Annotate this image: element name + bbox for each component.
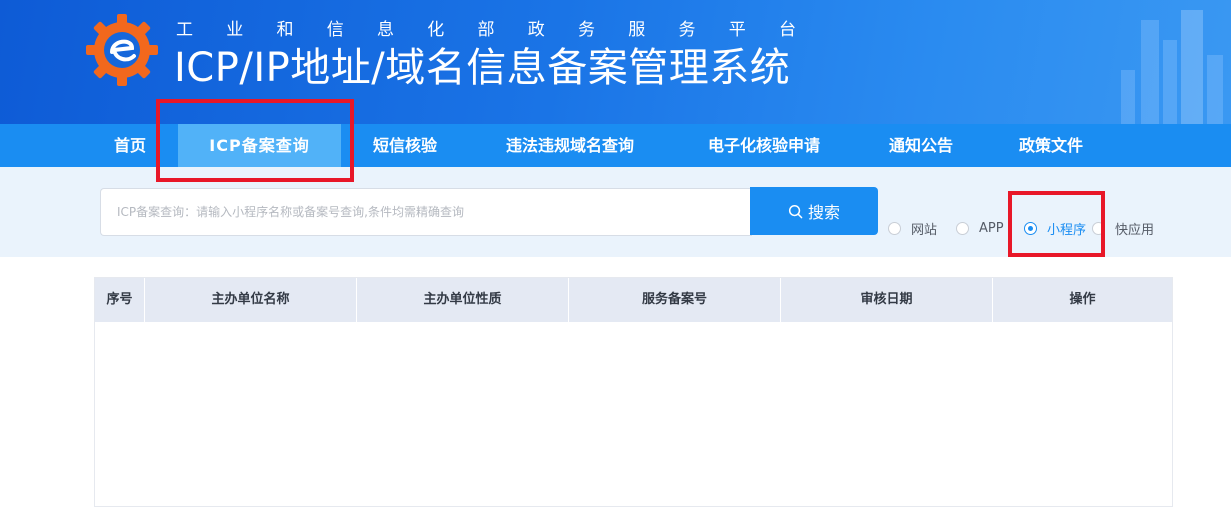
radio-label: 快应用 — [1115, 222, 1155, 238]
search-icon — [788, 204, 803, 218]
miit-gear-logo-icon — [86, 14, 158, 86]
table-header-row: 序号 主办单位名称 主办单位性质 服务备案号 审核日期 操作 — [95, 278, 1172, 322]
system-title: ICP/IP地址/域名信息备案管理系统 — [174, 45, 791, 91]
column-header-index: 序号 — [95, 278, 145, 322]
highlight-box-icp-tab — [156, 99, 354, 182]
column-header-license-number: 服务备案号 — [569, 278, 781, 322]
subtitle-char: 信 — [326, 20, 344, 40]
results-table: 序号 主办单位名称 主办单位性质 服务备案号 审核日期 操作 — [94, 277, 1173, 507]
column-header-unit-nature: 主办单位性质 — [357, 278, 569, 322]
subtitle-char: 务 — [578, 20, 595, 40]
nav-policy-docs[interactable]: 政策文件 — [1011, 124, 1091, 167]
ministry-subtitle: 工 业 和 信 息 化 部 政 务 服 务 平 台 — [176, 19, 796, 41]
nav-illegal-domain-query[interactable]: 违法违规域名查询 — [495, 124, 645, 167]
subtitle-char: 息 — [377, 20, 394, 40]
radio-website[interactable]: 网站 — [888, 218, 937, 238]
subtitle-char: 部 — [477, 20, 495, 40]
nav-e-verify-apply[interactable]: 电子化核验申请 — [697, 124, 831, 167]
subtitle-char: 工 — [176, 20, 193, 40]
table-body — [95, 322, 1172, 506]
search-button[interactable]: 搜索 — [750, 187, 878, 235]
subtitle-char: 台 — [779, 20, 796, 40]
radio-label: APP — [979, 220, 1004, 236]
subtitle-char: 务 — [678, 20, 696, 40]
subtitle-char: 平 — [728, 20, 746, 40]
subtitle-char: 政 — [527, 20, 545, 40]
radio-circle — [888, 221, 901, 235]
column-header-actions: 操作 — [1069, 292, 1096, 307]
subtitle-char: 化 — [427, 20, 445, 40]
search-input[interactable]: ICP备案查询：请输入小程序名称或备案号查询,条件均需精确查询 — [100, 188, 752, 236]
nav-notices[interactable]: 通知公告 — [881, 124, 961, 167]
nav-sms-verify[interactable]: 短信核验 — [366, 124, 444, 167]
city-skyline-decoration — [1121, 10, 1223, 124]
radio-app[interactable]: APP — [956, 218, 1004, 238]
column-header-review-date: 审核日期 — [781, 278, 993, 322]
subtitle-char: 服 — [628, 20, 646, 40]
radio-circle — [956, 221, 969, 235]
radio-label: 网站 — [911, 222, 938, 238]
search-button-label: 搜索 — [807, 203, 840, 222]
column-header-unit-name: 主办单位名称 — [145, 278, 357, 322]
subtitle-char: 和 — [276, 20, 294, 40]
nav-home[interactable]: 首页 — [108, 124, 152, 167]
highlight-box-mini-program — [1008, 191, 1105, 257]
subtitle-char: 业 — [226, 20, 244, 40]
